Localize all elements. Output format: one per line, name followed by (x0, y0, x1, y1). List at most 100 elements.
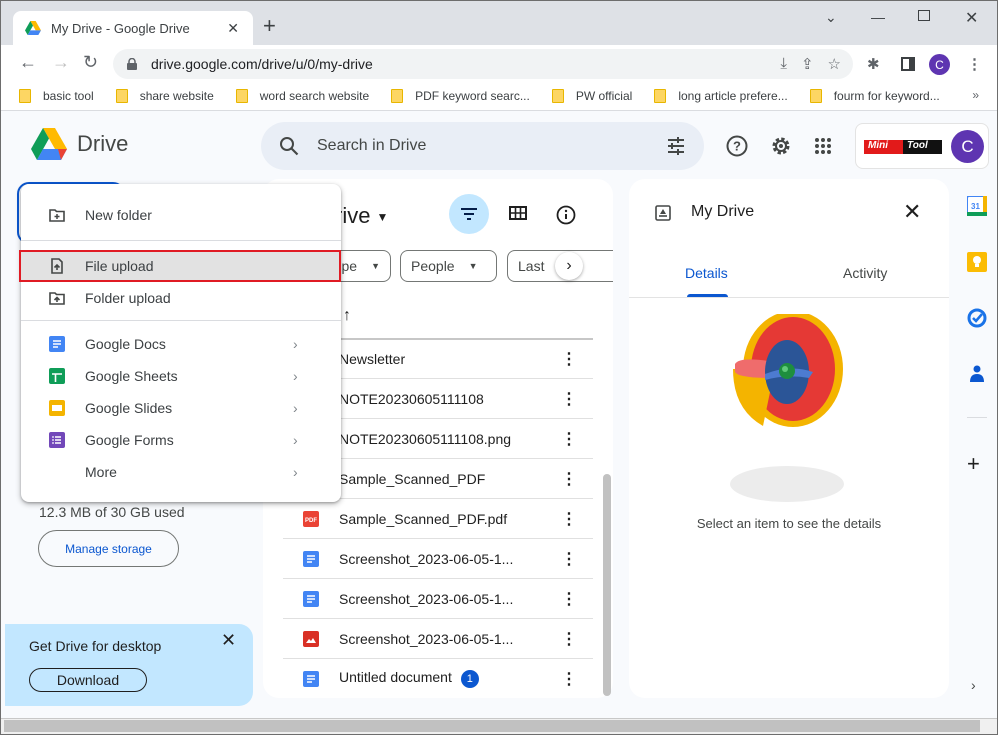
file-name: NOTE20230605111108 (339, 390, 484, 407)
rail-divider (967, 417, 987, 418)
search-icon[interactable] (279, 136, 299, 156)
google-doc-file-icon (303, 551, 319, 567)
more-actions-icon[interactable]: ⋮ (561, 469, 577, 489)
file-row[interactable]: Screenshot_2023-06-05-1... ⋮ (283, 619, 593, 659)
menu-item-label: Google Docs (85, 336, 166, 352)
help-icon[interactable]: ? (726, 135, 748, 157)
menu-item-google-forms[interactable]: Google Forms › (21, 424, 341, 456)
extensions-icon[interactable]: ✱ (867, 55, 880, 73)
my-drive-title[interactable]: rive ▼ (335, 203, 388, 229)
show-side-panel-icon[interactable]: › (971, 677, 976, 693)
browser-menu-icon[interactable]: ⋮ (967, 55, 982, 73)
tab-activity[interactable]: Activity (843, 265, 887, 281)
file-list-scrollbar[interactable] (603, 474, 611, 696)
browser-window: My Drive - Google Drive ✕ + ⌄ — ✕ ← → ↻ … (0, 0, 998, 735)
search-options-icon[interactable] (666, 136, 686, 156)
menu-divider (21, 320, 341, 321)
info-icon[interactable] (556, 205, 576, 225)
google-contacts-icon[interactable] (967, 364, 987, 384)
details-close-icon[interactable]: ✕ (903, 199, 921, 225)
share-icon[interactable]: ⇪ (801, 55, 814, 73)
menu-item-folder-upload[interactable]: Folder upload (21, 282, 341, 314)
menu-item-label: Google Forms (85, 432, 174, 448)
tab-search-icon[interactable]: ⌄ (825, 9, 837, 26)
file-name: Screenshot_2023-06-05-1... (339, 630, 514, 647)
bookmark-item[interactable]: word search website (235, 88, 369, 103)
file-row[interactable]: PDF Sample_Scanned_PDF.pdf ⋮ (283, 499, 593, 539)
browser-tab[interactable]: My Drive - Google Drive ✕ (13, 11, 253, 45)
bookmark-item[interactable]: basic tool (19, 88, 94, 103)
install-app-icon[interactable]: ⤓ (780, 55, 787, 73)
menu-item-google-sheets[interactable]: Google Sheets › (21, 360, 341, 392)
more-actions-icon[interactable]: ⋮ (561, 629, 577, 649)
add-addon-icon[interactable]: + (967, 451, 980, 477)
maximize-icon[interactable] (918, 10, 930, 21)
filter-toggle-button[interactable] (449, 194, 489, 234)
bookmark-star-icon[interactable]: ☆ (828, 55, 841, 73)
menu-item-label: Google Sheets (85, 368, 178, 384)
menu-item-google-docs[interactable]: Google Docs › (21, 328, 341, 360)
minimize-icon[interactable]: — (871, 9, 885, 25)
tab-close-icon[interactable]: ✕ (227, 20, 239, 37)
account-avatar[interactable]: C (951, 130, 984, 163)
bookmarks-overflow-icon[interactable]: » (972, 88, 979, 102)
file-row[interactable]: Screenshot_2023-06-05-1... ⋮ (283, 539, 593, 579)
chips-scroll-right-icon[interactable]: › (555, 252, 583, 280)
forward-icon[interactable]: → (52, 53, 70, 71)
bookmark-item[interactable]: PDF keyword searc... (391, 88, 530, 103)
settings-gear-icon[interactable] (770, 135, 792, 157)
more-actions-icon[interactable]: ⋮ (561, 589, 577, 609)
bookmark-item[interactable]: share website (115, 88, 214, 103)
people-filter-chip[interactable]: People ▼ (400, 250, 497, 282)
more-actions-icon[interactable]: ⋮ (561, 349, 577, 369)
google-sheets-icon (49, 368, 65, 384)
search-bar[interactable]: Search in Drive (261, 122, 704, 170)
horizontal-scrollbar[interactable] (4, 720, 980, 732)
side-panel-icon[interactable] (901, 57, 915, 71)
folder-icon (809, 88, 822, 103)
file-row[interactable]: Untitled document 1 ⋮ (283, 659, 593, 698)
chip-label: Last (518, 258, 545, 274)
menu-item-google-slides[interactable]: Google Slides › (21, 392, 341, 424)
chip-label: People (411, 258, 455, 274)
tab-title: My Drive - Google Drive (51, 20, 190, 36)
new-tab-icon[interactable]: + (263, 15, 276, 37)
google-tasks-icon[interactable] (967, 308, 987, 328)
bookmark-label: fourm for keyword... (833, 88, 940, 103)
submenu-chevron-icon: › (293, 464, 298, 480)
new-item-menu: New folder File upload Folder upload Goo… (21, 184, 341, 502)
more-actions-icon[interactable]: ⋮ (561, 669, 577, 689)
manage-storage-button[interactable]: Manage storage (38, 530, 179, 567)
menu-item-new-folder[interactable]: New folder (21, 199, 341, 231)
bookmark-item[interactable]: long article prefere... (654, 88, 788, 103)
window-close-icon[interactable]: ✕ (965, 8, 978, 28)
google-keep-icon[interactable] (967, 252, 987, 272)
search-input[interactable]: Search in Drive (317, 137, 426, 155)
tab-details[interactable]: Details (685, 265, 728, 281)
more-actions-icon[interactable]: ⋮ (561, 429, 577, 449)
address-bar[interactable]: drive.google.com/drive/u/0/my-drive ⤓ ⇪ … (113, 49, 853, 79)
browser-profile-avatar[interactable]: C (929, 54, 950, 75)
google-doc-file-icon (303, 671, 319, 687)
file-name: Sample_Scanned_PDF.pdf (339, 510, 508, 527)
apps-grid-icon[interactable] (814, 137, 832, 155)
bookmark-item[interactable]: fourm for keyword... (809, 88, 940, 103)
details-panel: My Drive ✕ Details Activity Select an it… (629, 179, 949, 698)
file-upload-highlight-outline (19, 250, 341, 282)
sort-direction-icon[interactable]: ↑ (343, 307, 351, 325)
more-actions-icon[interactable]: ⋮ (561, 509, 577, 529)
menu-item-more[interactable]: More › (21, 456, 341, 488)
download-button[interactable]: Download (29, 668, 147, 692)
file-row[interactable]: Screenshot_2023-06-05-1... ⋮ (283, 579, 593, 619)
grid-view-icon[interactable] (509, 206, 527, 220)
drive-storage-icon (655, 205, 671, 221)
google-calendar-icon[interactable]: 31 (967, 196, 987, 216)
back-icon[interactable]: ← (19, 53, 37, 71)
promo-close-icon[interactable]: ✕ (221, 630, 236, 651)
more-actions-icon[interactable]: ⋮ (561, 389, 577, 409)
reload-icon[interactable]: ↻ (83, 53, 98, 71)
bookmark-item[interactable]: PW official (551, 88, 632, 103)
more-actions-icon[interactable]: ⋮ (561, 549, 577, 569)
drive-logo[interactable]: Drive (31, 128, 128, 160)
account-switcher[interactable]: Mini Tool C (855, 123, 989, 169)
